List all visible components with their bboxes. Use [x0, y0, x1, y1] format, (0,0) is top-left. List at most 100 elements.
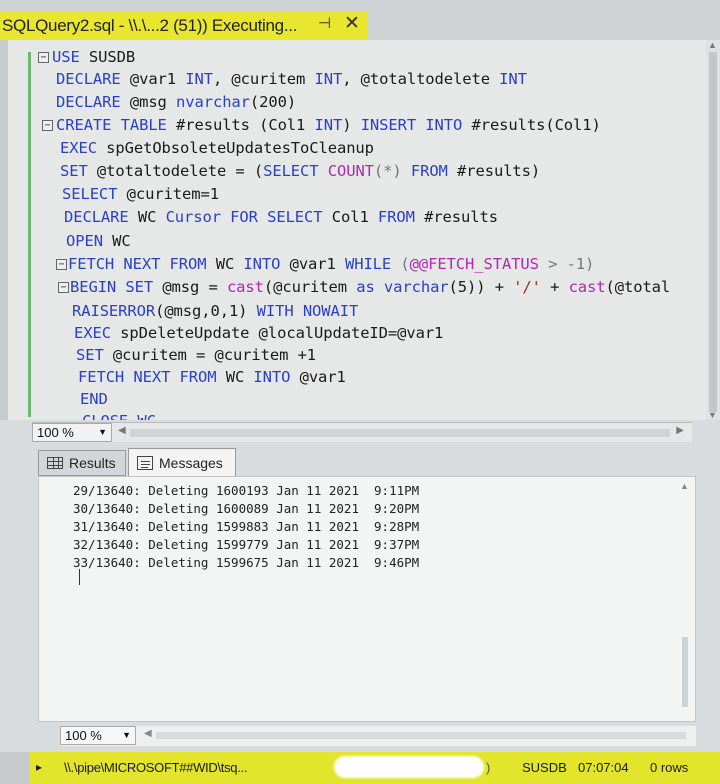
code-token: WC	[128, 208, 166, 226]
code-token: as varchar	[356, 278, 449, 296]
code-token: (*)	[373, 162, 411, 180]
messages-vertical-scrollbar[interactable]: ▲	[679, 481, 691, 711]
scroll-down-icon[interactable]: ▼	[708, 410, 717, 420]
code-token: cast	[568, 278, 606, 296]
grid-icon	[47, 457, 63, 469]
status-row-count: 0 rows	[650, 760, 689, 775]
messages-zoom-select[interactable]: 100 % ▼	[60, 726, 136, 745]
horizontal-scroll-thumb[interactable]	[130, 429, 670, 437]
code-line: RAISERROR(@msg,0,1) WITH NOWAIT	[72, 302, 358, 320]
scroll-left-icon[interactable]: ◀	[144, 728, 152, 739]
status-database: SUSDB	[522, 760, 567, 775]
code-line: DECLARE @msg nvarchar(200)	[56, 93, 296, 111]
code-line: SELECT @curitem=1	[62, 185, 219, 203]
editor-vertical-scrollbar[interactable]: ▲ ▼	[706, 40, 720, 420]
editor-zoom-value: 100 %	[37, 425, 74, 440]
scroll-thumb[interactable]	[709, 52, 717, 412]
code-line: SET @curitem = @curitem +1	[76, 346, 316, 364]
code-token: WC	[206, 255, 244, 273]
code-line: BEGIN SET @msg = cast(@curitem as varcha…	[70, 278, 670, 296]
chevron-down-icon[interactable]: ▼	[98, 424, 107, 441]
code-token: INSERT INTO	[360, 116, 463, 134]
code-token: Cursor FOR SELECT	[165, 208, 323, 226]
code-line: FETCH NEXT FROM WC INTO @var1	[78, 368, 346, 386]
code-line: EXEC spGetObsoleteUpdatesToCleanup	[60, 139, 374, 157]
code-token: @curitem=1	[117, 185, 219, 203]
code-token: INT	[314, 116, 343, 134]
messages-icon	[137, 455, 153, 470]
code-token: EXEC	[60, 139, 97, 157]
horizontal-scroll-thumb[interactable]	[156, 732, 686, 739]
collapse-icon[interactable]: −	[38, 52, 49, 63]
code-token: SELECT	[263, 162, 319, 180]
code-token: @msg	[120, 93, 177, 111]
code-token: DECLARE	[56, 70, 121, 88]
code-line: CREATE TABLE #results (Col1 INT) INSERT …	[56, 116, 601, 134]
message-line: 30/13640: Deleting 1600089 Jan 11 2021 9…	[73, 501, 420, 516]
tab-messages[interactable]: Messages	[128, 448, 236, 476]
chevron-down-icon[interactable]: ▼	[122, 727, 131, 744]
code-token: > -1)	[538, 255, 595, 273]
code-token: FETCH NEXT FROM	[68, 255, 207, 273]
code-token: (@curitem	[263, 278, 357, 296]
code-token: USE	[52, 48, 80, 66]
query-editor[interactable]: USE SUSDB DECLARE @var1 INT, @curitem INT…	[0, 40, 706, 420]
status-connection: \\.\pipe\MICROSOFT##WID\tsq...	[64, 760, 248, 775]
scroll-left-icon[interactable]: ◀	[118, 425, 126, 436]
code-token: INTO	[253, 368, 291, 386]
change-tracking-bar	[28, 52, 31, 417]
collapse-icon[interactable]: −	[42, 120, 53, 131]
status-left-edge	[0, 752, 30, 784]
code-token: @totaltodelete = (	[87, 162, 264, 180]
code-token: @var1	[280, 255, 345, 273]
code-token: @curitem = @curitem +1	[103, 346, 317, 364]
text-caret	[79, 569, 80, 585]
code-token: END	[80, 390, 108, 408]
code-token: INTO	[243, 255, 281, 273]
scroll-up-icon[interactable]: ▲	[680, 481, 689, 491]
message-line: 31/13640: Deleting 1599883 Jan 11 2021 9…	[73, 519, 420, 534]
messages-zoom-value: 100 %	[65, 728, 102, 743]
code-token: +	[540, 278, 569, 296]
code-token: (@msg,0,1)	[155, 302, 257, 320]
code-token: WITH NOWAIT	[256, 302, 359, 320]
document-tab-strip: SQLQuery2.sql - \\.\...2 (51)) Executing…	[0, 0, 720, 40]
tab-title: SQLQuery2.sql - \\.\...2 (51)) Executing…	[2, 16, 298, 35]
code-token: , @totaltodelete	[342, 70, 500, 88]
code-token: #results(Col1)	[462, 116, 601, 134]
code-token: CLOSE WC	[82, 412, 156, 420]
collapse-icon[interactable]: −	[56, 259, 67, 270]
scroll-right-icon[interactable]: ▶	[676, 425, 684, 436]
redacted-area	[334, 756, 484, 778]
code-line: DECLARE @var1 INT, @curitem INT, @totalt…	[56, 70, 527, 88]
code-token: )	[342, 116, 361, 134]
code-token: DECLARE	[56, 93, 121, 111]
query-document-tab[interactable]: SQLQuery2.sql - \\.\...2 (51)) Executing…	[0, 12, 368, 40]
tab-results[interactable]: Results	[38, 450, 126, 476]
code-line: DECLARE WC Cursor FOR SELECT Col1 FROM #…	[64, 208, 498, 226]
code-token: BEGIN SET	[70, 278, 154, 296]
code-token: (@total	[605, 278, 671, 296]
code-token: nvarchar	[176, 93, 250, 111]
code-token: #results	[414, 208, 498, 226]
messages-pane[interactable]: 29/13640: Deleting 1600193 Jan 11 2021 9…	[38, 476, 696, 722]
code-line: USE SUSDB	[52, 48, 135, 66]
code-token: cast	[226, 278, 264, 296]
editor-zoom-select[interactable]: 100 % ▼	[32, 423, 112, 442]
scroll-up-icon[interactable]: ▲	[708, 40, 717, 50]
code-token: SET	[60, 162, 88, 180]
code-line: CLOSE WC	[82, 412, 156, 420]
status-paren: )	[486, 760, 491, 775]
status-elapsed-time: 07:07:04	[578, 760, 629, 775]
collapse-icon[interactable]: −	[58, 282, 69, 293]
message-line: 29/13640: Deleting 1600193 Jan 11 2021 9…	[73, 483, 420, 498]
code-token: FROM	[377, 208, 415, 226]
close-icon[interactable]: ✕	[344, 12, 360, 35]
code-token: @var1	[120, 70, 186, 88]
pin-icon[interactable]: ⊣	[318, 14, 331, 32]
tab-messages-label: Messages	[159, 454, 223, 471]
code-line: SET @totaltodelete = (SELECT COUNT(*) FR…	[60, 162, 540, 180]
code-token: Col1	[322, 208, 378, 226]
scroll-thumb[interactable]	[682, 637, 688, 707]
code-token: @@FETCH_STATUS	[409, 255, 539, 273]
